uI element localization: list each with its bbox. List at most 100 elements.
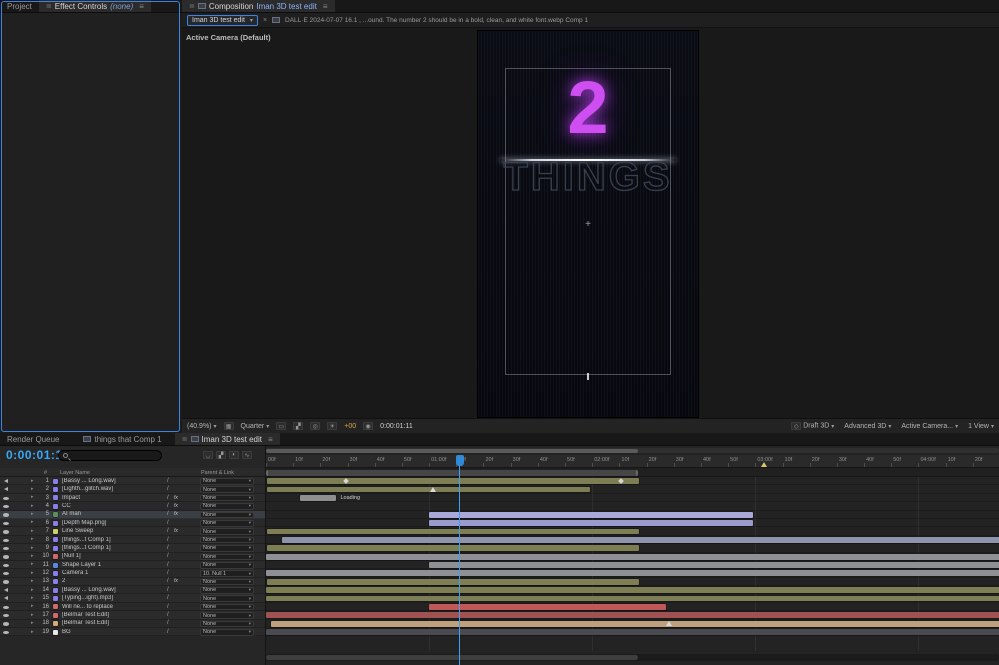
layer-label-swatch[interactable]	[53, 529, 58, 534]
visibility-toggle-icon[interactable]	[3, 572, 9, 575]
column-layer-name[interactable]: Layer Name	[60, 470, 90, 476]
tab-effect-controls[interactable]: ≣ Effect Controls (none) ≡	[39, 0, 151, 12]
layer-track[interactable]	[266, 477, 999, 485]
twirl-icon[interactable]: ▸	[31, 578, 34, 584]
quality-switch-icon[interactable]: /	[167, 495, 169, 501]
fx-switch-icon[interactable]: fx	[174, 511, 178, 517]
tab-composition[interactable]: ≣ Composition Iman 3D test edit ≡	[182, 0, 335, 12]
visibility-toggle-icon[interactable]	[3, 522, 9, 525]
horizontal-scrollbar-thumb[interactable]	[266, 655, 638, 660]
layer-label-swatch[interactable]	[53, 537, 58, 542]
layer-row[interactable]: ▸132/fxNone▾	[0, 578, 265, 586]
quality-switch-icon[interactable]: /	[167, 620, 169, 626]
parent-link-dropdown[interactable]: None▾	[200, 595, 254, 602]
layer-row[interactable]: ▸14[Bassy ... Long.wav]/None▾	[0, 586, 265, 594]
layer-name[interactable]: 2	[62, 578, 150, 584]
layer-duration-bar[interactable]	[429, 604, 666, 610]
layer-track[interactable]	[266, 569, 999, 577]
layer-track[interactable]	[266, 519, 999, 527]
visibility-toggle-icon[interactable]	[3, 564, 9, 567]
playhead[interactable]	[459, 455, 460, 665]
layer-name[interactable]: [Null 1]	[62, 553, 150, 559]
source-breadcrumb-text[interactable]: DALL·E 2024-07-07 16.1 , ...ound. The nu…	[285, 17, 588, 24]
layer-name[interactable]: [Bassy ... Long.wav]	[62, 478, 150, 484]
layer-duration-bar[interactable]	[271, 621, 999, 627]
timeline-track-area[interactable]: 00f10f20f30f40f50f01:00f10f20f30f40f50f0…	[265, 446, 999, 665]
parent-link-dropdown[interactable]: None▾	[200, 621, 254, 628]
horizontal-scrollbar[interactable]	[266, 654, 999, 661]
visibility-toggle-icon[interactable]	[3, 547, 9, 550]
audio-toggle-icon[interactable]	[4, 487, 8, 491]
twirl-icon[interactable]: ▸	[31, 494, 34, 500]
parent-link-dropdown[interactable]: None▾	[200, 537, 254, 544]
layer-duration-bar[interactable]	[267, 529, 638, 535]
fx-switch-icon[interactable]: fx	[174, 578, 178, 584]
layer-label-swatch[interactable]	[53, 521, 58, 526]
twirl-icon[interactable]: ▸	[31, 587, 34, 593]
layer-name[interactable]: [things...t Comp 1]	[62, 537, 150, 543]
visibility-toggle-icon[interactable]	[3, 497, 9, 500]
twirl-icon[interactable]: ▸	[31, 561, 34, 567]
layer-label-swatch[interactable]	[53, 613, 58, 618]
quality-switch-icon[interactable]: /	[167, 545, 169, 551]
frame-blending-icon[interactable]: ▞	[216, 451, 226, 459]
visibility-toggle-icon[interactable]	[3, 580, 9, 583]
quality-switch-icon[interactable]: /	[167, 520, 169, 526]
renderer-dropdown[interactable]: Advanced 3D▾	[844, 423, 891, 430]
layer-label-swatch[interactable]	[53, 479, 58, 484]
layer-duration-bar[interactable]	[429, 520, 753, 526]
layer-duration-bar[interactable]	[300, 495, 336, 501]
twirl-icon[interactable]: ▸	[31, 612, 34, 618]
layer-row[interactable]: ▸6[Depth Map.png]/None▾	[0, 519, 265, 527]
layer-name[interactable]: Line Sweep	[62, 528, 150, 534]
fx-switch-icon[interactable]: fx	[174, 495, 178, 501]
layer-marker-icon[interactable]	[430, 487, 436, 492]
layer-name[interactable]: CC	[62, 503, 150, 509]
twirl-icon[interactable]: ▸	[31, 478, 34, 484]
panel-menu-icon[interactable]: ≡	[323, 2, 328, 11]
parent-link-dropdown[interactable]: None▾	[200, 629, 254, 636]
twirl-icon[interactable]: ▸	[31, 519, 34, 525]
parent-link-dropdown[interactable]: 10. Null 1▾	[200, 570, 254, 577]
parent-link-dropdown[interactable]: None▾	[200, 604, 254, 611]
tab-iman-3d-test-edit[interactable]: ≣ Iman 3D test edit ≡	[175, 433, 280, 445]
layer-row[interactable]: ▸3Impact/fxNone▾	[0, 494, 265, 502]
playhead-handle[interactable]	[456, 455, 464, 466]
layer-row[interactable]: ▸7Line Sweep/fxNone▾	[0, 527, 265, 535]
quality-switch-icon[interactable]: /	[167, 612, 169, 618]
layer-track[interactable]	[266, 620, 999, 628]
layer-name[interactable]: [Lighth...glitch.wav]	[62, 486, 150, 492]
quality-switch-icon[interactable]: /	[167, 528, 169, 534]
timeline-search-field[interactable]	[58, 450, 162, 461]
parent-link-dropdown[interactable]: None▾	[200, 495, 254, 502]
layer-label-swatch[interactable]	[53, 571, 58, 576]
visibility-toggle-icon[interactable]	[3, 530, 9, 533]
layer-label-swatch[interactable]	[53, 554, 58, 559]
layer-label-swatch[interactable]	[53, 504, 58, 509]
transparency-grid-icon[interactable]: ▞	[293, 422, 303, 430]
composition-marker-icon[interactable]	[761, 462, 767, 467]
timeline-ruler[interactable]: 00f10f20f30f40f50f01:00f10f20f30f40f50f0…	[266, 455, 999, 468]
quality-switch-icon[interactable]: /	[167, 604, 169, 610]
parent-link-dropdown[interactable]: None▾	[200, 512, 254, 519]
layer-name[interactable]: [Bassy ... Long.wav]	[62, 587, 150, 593]
layer-row[interactable]: ▸11Shape Layer 1/None▾	[0, 561, 265, 569]
quality-switch-icon[interactable]: /	[167, 629, 169, 635]
layer-duration-bar[interactable]	[266, 596, 999, 602]
view-camera-dropdown[interactable]: Active Camera...▾	[901, 423, 958, 430]
quality-switch-icon[interactable]: /	[167, 553, 169, 559]
quality-switch-icon[interactable]: /	[167, 478, 169, 484]
layer-row[interactable]: ▸1[Bassy ... Long.wav]/None▾	[0, 477, 265, 485]
layer-duration-bar[interactable]	[429, 562, 999, 568]
layer-row[interactable]: ▸10[Null 1]/None▾	[0, 553, 265, 561]
parent-link-dropdown[interactable]: None▾	[200, 612, 254, 619]
panel-menu-icon[interactable]: ≡	[268, 435, 273, 444]
layer-name[interactable]: [things...t Comp 1]	[62, 545, 150, 551]
layer-label-swatch[interactable]	[53, 588, 58, 593]
twirl-icon[interactable]: ▸	[31, 570, 34, 576]
quality-switch-icon[interactable]: /	[167, 587, 169, 593]
quality-switch-icon[interactable]: /	[167, 578, 169, 584]
layer-track[interactable]	[266, 578, 999, 586]
layer-name[interactable]: [Typing...ight).mp3]	[62, 595, 150, 601]
panel-menu-icon[interactable]: ≡	[139, 2, 144, 11]
